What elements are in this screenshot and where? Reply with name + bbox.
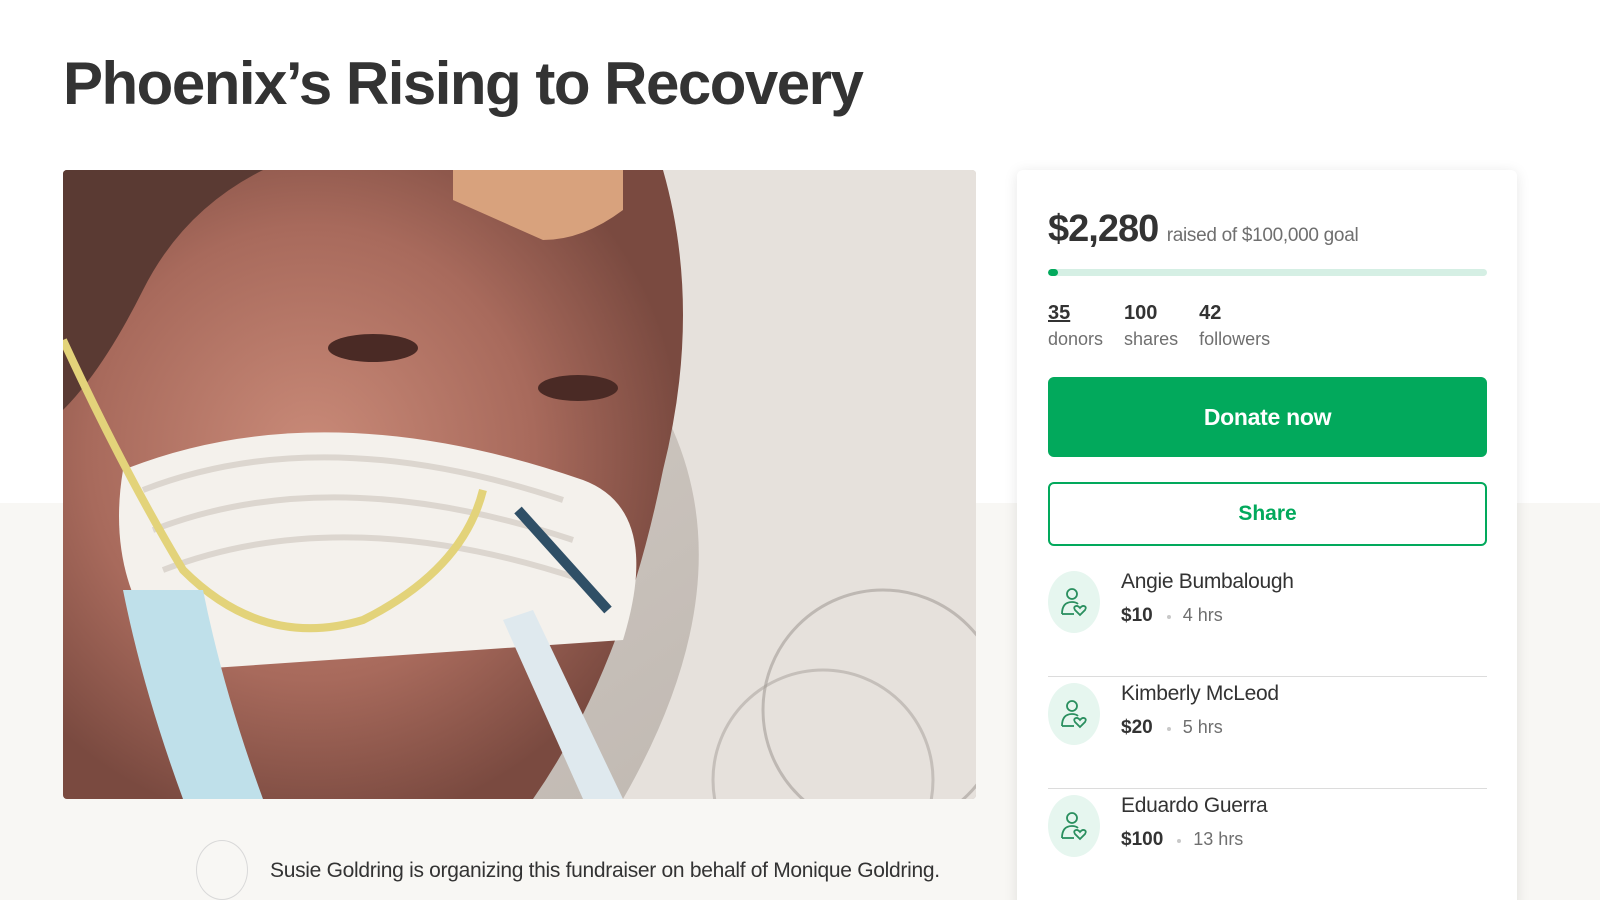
campaign-stats: 35 donors 100 shares 42 followers — [1048, 300, 1270, 352]
organizer-text: Susie Goldring is organizing this fundra… — [270, 859, 940, 882]
list-item: Kimberly McLeod $20 5 hrs — [1048, 677, 1487, 789]
stat-followers: 42 followers — [1199, 300, 1270, 352]
donor-name: Angie Bumbalough — [1121, 570, 1294, 593]
donation-sidebar: $2,280 raised of $100,000 goal 35 donors… — [1017, 170, 1517, 900]
stat-shares: 100 shares — [1124, 300, 1178, 352]
separator-dot — [1166, 726, 1171, 731]
separator-dot — [1177, 838, 1182, 843]
donation-time: 13 hrs — [1193, 829, 1244, 849]
donation-amount: $20 — [1121, 717, 1153, 738]
stat-label: donors — [1048, 329, 1104, 349]
organizer-row: Susie Goldring is organizing this fundra… — [196, 840, 956, 900]
donation-meta: $10 4 hrs — [1121, 605, 1223, 627]
donation-time: 4 hrs — [1182, 605, 1223, 625]
campaign-title: Phoenix’s Rising to Recovery — [63, 50, 864, 117]
donor-heart-icon — [1048, 683, 1100, 745]
donor-name: Kimberly McLeod — [1121, 682, 1279, 705]
donation-time: 5 hrs — [1182, 717, 1223, 737]
funding-summary: $2,280 raised of $100,000 goal — [1048, 208, 1359, 251]
donation-amount: $100 — [1121, 829, 1164, 850]
stat-value: 100 — [1124, 302, 1158, 324]
stat-value: 42 — [1199, 302, 1222, 324]
donor-heart-icon — [1048, 571, 1100, 633]
stat-label: followers — [1199, 329, 1271, 349]
amount-raised: $2,280 — [1048, 208, 1159, 250]
progress-bar — [1048, 269, 1487, 276]
donation-amount: $10 — [1121, 605, 1153, 626]
separator-dot — [1166, 614, 1171, 619]
donate-now-button[interactable]: Donate now — [1048, 377, 1487, 457]
donation-meta: $20 5 hrs — [1121, 717, 1223, 739]
progress-fill — [1048, 269, 1058, 276]
stat-label: shares — [1124, 329, 1179, 349]
list-item: Eduardo Guerra $100 13 hrs — [1048, 789, 1487, 900]
fundraiser-page: Phoenix’s Rising to Recovery Susie Goldr… — [0, 0, 1600, 900]
donor-heart-icon — [1048, 795, 1100, 857]
list-item: Angie Bumbalough $10 4 hrs — [1048, 565, 1487, 677]
donation-meta: $100 13 hrs — [1121, 829, 1243, 851]
stat-value[interactable]: 35 — [1048, 300, 1103, 326]
organizer-avatar[interactable] — [196, 840, 248, 900]
recent-donations-list: Angie Bumbalough $10 4 hrs Kimberly McLeo… — [1048, 565, 1487, 900]
goal-text: raised of $100,000 goal — [1166, 225, 1359, 246]
campaign-photo[interactable] — [63, 170, 976, 799]
stat-donors[interactable]: 35 donors — [1048, 300, 1103, 352]
share-button[interactable]: Share — [1048, 482, 1487, 546]
donor-name: Eduardo Guerra — [1121, 794, 1268, 817]
